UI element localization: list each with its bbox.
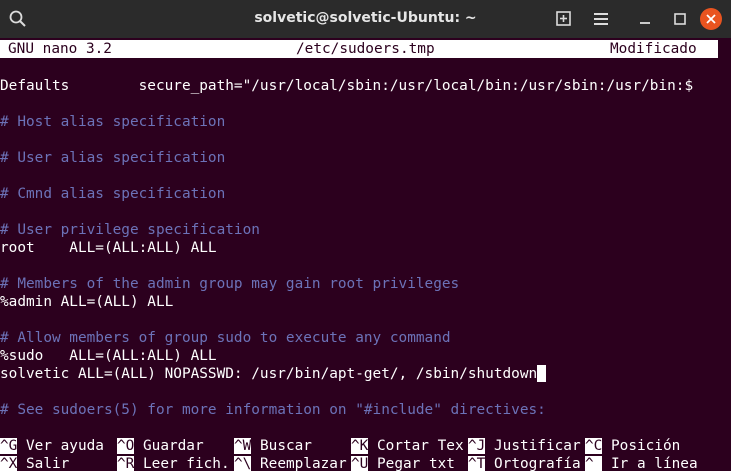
shortcut-save[interactable]: ^O Guardar <box>117 437 204 455</box>
admin-privilege-line: %admin ALL=(ALL) ALL <box>0 294 174 310</box>
shortcut-position[interactable]: ^C Posición <box>585 437 680 455</box>
minimize-icon <box>640 22 650 24</box>
defaults-line: Defaults secure_path="/usr/local/sbin:/u… <box>0 78 694 94</box>
maximize-button[interactable] <box>668 7 692 31</box>
nano-filename: /etc/sudoers.tmp <box>296 41 435 57</box>
text-cursor <box>537 365 547 382</box>
shortcut-label: Guardar <box>134 438 204 454</box>
comment-sudo-group: # Allow members of group sudo to execute… <box>0 330 451 346</box>
shortcut-label: Pegar txt <box>368 456 455 471</box>
root-privilege-line: root ALL=(ALL:ALL) ALL <box>0 240 217 256</box>
shortcut-replace[interactable]: ^\ Reemplazar <box>234 455 347 471</box>
shortcut-search[interactable]: ^W Buscar <box>234 437 312 455</box>
shortcut-row-2: ^X Salir ^R Leer fich. ^\ Reemplazar ^U … <box>0 455 731 471</box>
shortcut-paste[interactable]: ^U Pegar txt <box>351 455 455 471</box>
shortcut-label: Justificar <box>485 438 581 454</box>
close-button[interactable] <box>700 8 722 30</box>
close-icon <box>706 14 716 24</box>
shortcut-key: ^T <box>468 456 486 471</box>
shortcut-key: ^C <box>585 438 603 454</box>
shortcut-cut[interactable]: ^K Cortar Tex <box>351 437 464 455</box>
shortcut-key: ^R <box>117 456 135 471</box>
shortcut-label: Ver ayuda <box>17 438 104 454</box>
shortcut-label: Reemplazar <box>251 456 347 471</box>
shortcut-row-1: ^G Ver ayuda ^O Guardar ^W Buscar ^K Cor… <box>0 437 731 455</box>
comment-user-alias: # User alias specification <box>0 150 226 166</box>
sudo-privilege-line: %sudo ALL=(ALL:ALL) ALL <box>0 348 217 364</box>
nano-version: GNU nano 3.2 <box>8 41 112 57</box>
shortcut-justify[interactable]: ^J Justificar <box>468 437 581 455</box>
shortcut-read-file[interactable]: ^R Leer fich. <box>117 455 230 471</box>
new-tab-button[interactable] <box>552 7 576 31</box>
shortcut-key: ^O <box>117 438 135 454</box>
terminal-area[interactable]: GNU nano 3.2 /etc/sudoers.tmp Modificado… <box>0 38 731 471</box>
shortcut-label: Buscar <box>251 438 312 454</box>
shortcut-spelling[interactable]: ^T Ortografía <box>468 455 581 471</box>
minimize-button[interactable] <box>633 7 657 31</box>
comment-cmnd-alias: # Cmnd alias specification <box>0 186 226 202</box>
shortcut-exit[interactable]: ^X Salir <box>0 455 69 471</box>
shortcut-key: ^J <box>468 438 486 454</box>
solvetic-privilege-line: solvetic ALL=(ALL) NOPASSWD: /usr/bin/ap… <box>0 365 547 383</box>
hamburger-menu-icon <box>594 13 608 25</box>
nano-header-bar: GNU nano 3.2 /etc/sudoers.tmp Modificado <box>0 40 718 58</box>
shortcut-goto-line[interactable]: ^_ Ir a línea <box>585 455 698 471</box>
window-title: solvetic@solvetic-Ubuntu: ~ <box>254 10 477 26</box>
comment-see-sudoers: # See sudoers(5) for more information on… <box>0 402 546 418</box>
shortcut-label: Salir <box>17 456 70 471</box>
maximize-icon <box>674 13 686 25</box>
comment-host-alias: # Host alias specification <box>0 114 226 130</box>
shortcut-key: ^W <box>234 438 252 454</box>
shortcut-key: ^\ <box>234 456 252 471</box>
solvetic-privilege-text: solvetic ALL=(ALL) NOPASSWD: /usr/bin/ap… <box>0 366 538 382</box>
nano-status: Modificado <box>610 41 697 57</box>
menu-button[interactable] <box>589 7 613 31</box>
comment-user-privilege: # User privilege specification <box>0 222 260 238</box>
shortcut-label: Ortografía <box>485 456 581 471</box>
shortcut-label: Posición <box>602 438 681 454</box>
comment-admin-group: # Members of the admin group may gain ro… <box>0 276 460 292</box>
shortcut-key: ^U <box>351 456 369 471</box>
shortcut-label: Ir a línea <box>602 456 698 471</box>
shortcut-key: ^K <box>351 438 369 454</box>
shortcut-label: Cortar Tex <box>368 438 464 454</box>
shortcut-key: ^G <box>0 438 18 454</box>
shortcut-key: ^_ <box>585 456 603 471</box>
shortcut-help[interactable]: ^G Ver ayuda <box>0 437 104 455</box>
shortcut-label: Leer fich. <box>134 456 230 471</box>
new-tab-icon <box>556 11 571 26</box>
window-titlebar: solvetic@solvetic-Ubuntu: ~ <box>0 0 731 39</box>
shortcut-key: ^X <box>0 456 18 471</box>
